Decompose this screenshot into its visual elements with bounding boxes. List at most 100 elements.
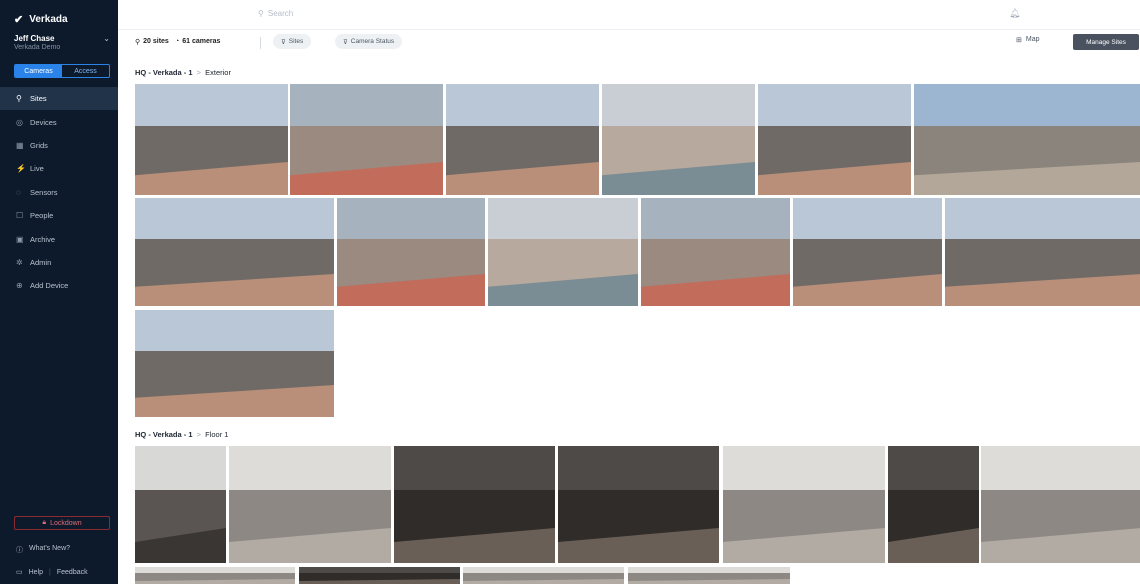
- thumbnail-background: [558, 446, 719, 490]
- chip-label: Camera Status: [350, 38, 395, 45]
- camera-thumbnail[interactable]: [723, 446, 885, 563]
- camera-thumbnail[interactable]: [602, 84, 755, 195]
- sidebar-item-archive[interactable]: ▣ Archive: [0, 227, 118, 250]
- map-icon: ⊞: [1016, 37, 1022, 44]
- feedback-link[interactable]: Feedback: [57, 569, 88, 576]
- camera-thumbnail[interactable]: [135, 310, 334, 417]
- whats-new-link[interactable]: ⓘ What's New?: [16, 545, 70, 555]
- camera-thumbnail[interactable]: [463, 567, 624, 584]
- map-label: Map: [1025, 36, 1040, 43]
- sidebar-item-label: People: [30, 211, 54, 221]
- sidebar-item-sites[interactable]: ⚲ Sites: [0, 87, 118, 111]
- sites-filter-chip[interactable]: ⊽ Sites: [273, 34, 312, 49]
- sidebar-item-label: Sites: [30, 94, 47, 104]
- camera-thumbnail[interactable]: [135, 567, 295, 584]
- whats-new-label: What's New?: [29, 545, 71, 552]
- sidebar-item-admin[interactable]: ✲ Admin: [0, 251, 118, 274]
- filter-icon: ⊽: [281, 38, 286, 46]
- thumbnail-floor: [463, 579, 624, 584]
- area-name: Exterior: [205, 68, 231, 77]
- camera-thumbnail[interactable]: [290, 84, 443, 195]
- camera-thumbnail[interactable]: [641, 198, 790, 306]
- sidebar-item-label: Sensors: [30, 187, 58, 197]
- camera-thumbnail[interactable]: [945, 198, 1140, 306]
- sidebar-item-label: Live: [30, 164, 44, 174]
- camera-thumbnail[interactable]: [628, 567, 790, 584]
- thumbnail-floor: [793, 274, 942, 306]
- camera-thumbnail[interactable]: [558, 446, 719, 563]
- thumbnail-background: [641, 198, 790, 239]
- search-icon: ⚲: [258, 9, 264, 18]
- sidebar-item-grids[interactable]: ▦ Grids: [0, 134, 118, 157]
- thumbnail-background: [446, 84, 599, 126]
- user-org: Verkada Demo: [14, 44, 61, 51]
- thumbnail-floor: [299, 579, 460, 584]
- thumbnail-background: [602, 84, 755, 126]
- chevron-down-icon[interactable]: ⌄: [103, 34, 110, 43]
- camera-thumbnail[interactable]: [446, 84, 599, 195]
- camera-thumbnail[interactable]: [888, 446, 979, 563]
- lockdown-label: Lockdown: [50, 519, 82, 527]
- thumbnail-floor: [337, 274, 485, 306]
- map-button[interactable]: ⊞ Map: [1016, 36, 1040, 44]
- thumbnail-floor: [229, 528, 391, 563]
- breadcrumb-separator: >: [196, 430, 202, 439]
- toggle-cameras[interactable]: Cameras: [15, 65, 62, 77]
- thumbnail-background: [793, 198, 942, 239]
- sidebar-item-label: Archive: [30, 234, 56, 244]
- gear-icon: ✲: [16, 257, 23, 267]
- camera-thumbnail[interactable]: [981, 446, 1140, 563]
- camera-thumbnail[interactable]: [135, 446, 226, 563]
- toggle-access[interactable]: Access: [62, 65, 109, 77]
- camera-icon: ◔: [175, 38, 180, 45]
- bell-icon[interactable]: 🔔︎: [1009, 8, 1020, 19]
- help-link[interactable]: Help: [29, 569, 43, 576]
- sidebar-nav: ⚲ Sites ◎ Devices ▦ Grids ⚡ Live ◌ Sensors ☐ P…: [0, 87, 118, 298]
- site-name[interactable]: HQ - Verkada - 1: [135, 68, 193, 77]
- thumbnail-floor: [758, 162, 911, 195]
- pin-icon: ⚲: [135, 39, 141, 46]
- live-icon: ⚡: [16, 164, 26, 174]
- divider: [260, 37, 261, 49]
- thumbnail-background: [135, 198, 334, 239]
- help-row: ▭ Help | Feedback: [16, 568, 88, 577]
- breadcrumb-separator: >: [196, 68, 202, 77]
- camera-thumbnail[interactable]: [394, 446, 555, 563]
- sidebar-item-sensors[interactable]: ◌ Sensors: [0, 181, 118, 204]
- thumbnail-background: [135, 446, 226, 490]
- lock-icon: 🔒︎: [42, 519, 47, 526]
- site-name[interactable]: HQ - Verkada - 1: [135, 430, 193, 439]
- sidebar-item-live[interactable]: ⚡ Live: [0, 157, 118, 180]
- camera-status-filter-chip[interactable]: ⊽ Camera Status: [335, 34, 403, 49]
- camera-thumbnail[interactable]: [793, 198, 942, 306]
- camera-thumbnail[interactable]: [758, 84, 911, 195]
- sensor-icon: ◌: [16, 187, 21, 197]
- thumbnail-background: [135, 310, 334, 351]
- thumbnail-floor: [945, 274, 1140, 306]
- sidebar-item-add-device[interactable]: ⊕ Add Device: [0, 274, 118, 297]
- brand[interactable]: ✔ Verkada: [0, 0, 118, 28]
- camera-thumbnail[interactable]: [299, 567, 460, 584]
- manage-sites-button[interactable]: Manage Sites: [1073, 34, 1139, 50]
- sidebar-item-devices[interactable]: ◎ Devices: [0, 110, 118, 133]
- sidebar-item-label: Add Device: [30, 281, 69, 291]
- camera-thumbnail[interactable]: [914, 84, 1140, 195]
- thumbnail-floor: [888, 528, 979, 563]
- search-input[interactable]: ⚲ Search: [258, 9, 293, 18]
- user-switcher[interactable]: Jeff Chase Verkada Demo ⌄: [0, 28, 118, 51]
- grid-icon: ▦: [16, 140, 24, 150]
- thumbnail-floor: [446, 162, 599, 195]
- lockdown-button[interactable]: 🔒︎ Lockdown: [14, 516, 110, 530]
- verkada-logo-icon: ✔: [14, 13, 24, 26]
- camera-thumbnail[interactable]: [135, 198, 334, 306]
- thumbnail-background: [135, 567, 295, 573]
- thumbnail-floor: [135, 274, 334, 306]
- camera-thumbnail[interactable]: [488, 198, 638, 306]
- sidebar-item-people[interactable]: ☐ People: [0, 204, 118, 227]
- camera-thumbnail[interactable]: [337, 198, 485, 306]
- thumbnail-floor: [394, 528, 555, 563]
- camera-thumbnail[interactable]: [135, 84, 288, 195]
- thumbnail-background: [488, 198, 638, 239]
- topbar: ⚲ Search 🔔︎: [118, 0, 1140, 30]
- camera-thumbnail[interactable]: [229, 446, 391, 563]
